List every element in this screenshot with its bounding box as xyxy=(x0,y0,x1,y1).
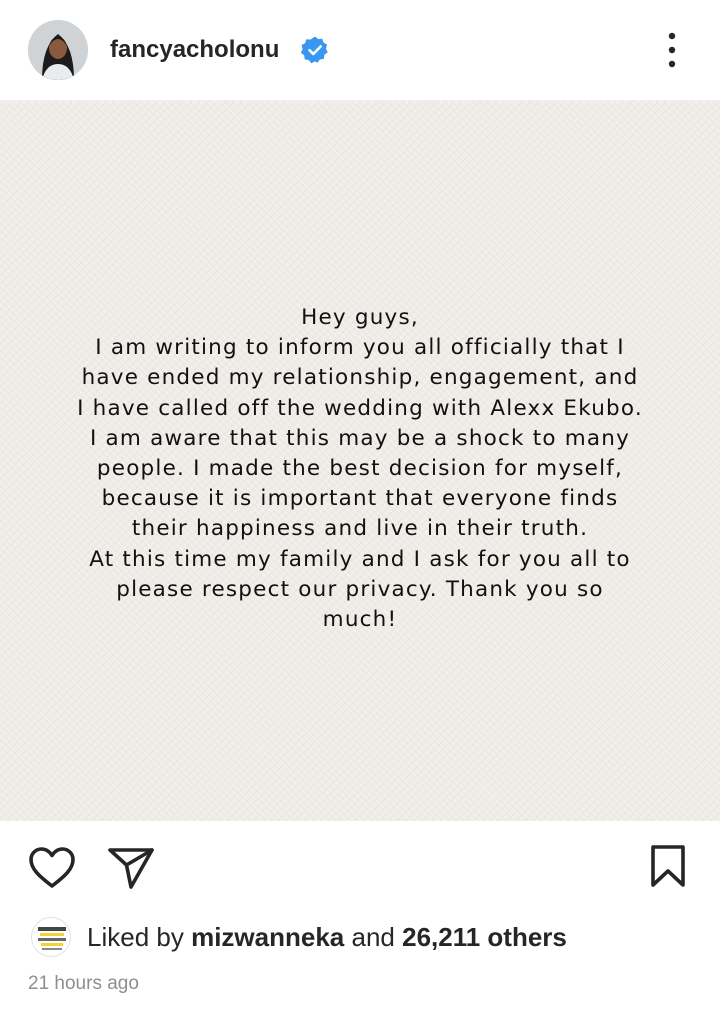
heart-icon[interactable] xyxy=(27,845,77,891)
likes-connector: and xyxy=(351,922,395,952)
post-text-line: their happiness and live in their truth. xyxy=(131,516,589,542)
more-vertical-icon[interactable] xyxy=(655,30,689,70)
post-image-text: Hey guys, I am writing to inform you all… xyxy=(40,303,680,635)
post-text-line: I am writing to inform you all officiall… xyxy=(95,335,625,361)
post-timestamp: 21 hours ago xyxy=(28,973,139,994)
post-text-line: because it is important that everyone fi… xyxy=(101,486,619,512)
post-text-line: people. I made the best decision for mys… xyxy=(96,456,624,482)
post-action-bar xyxy=(0,821,720,901)
bookmark-icon[interactable] xyxy=(645,843,691,889)
instagram-post: fancyacholonu Hey guys, I am writing to … xyxy=(0,0,720,1009)
likes-count[interactable]: 26,211 others xyxy=(402,922,567,952)
post-username[interactable]: fancyacholonu xyxy=(110,35,279,65)
verified-badge-icon xyxy=(300,35,330,65)
send-icon[interactable] xyxy=(106,845,156,891)
post-text-line: I have called off the wedding with Alexx… xyxy=(77,395,643,421)
profile-avatar[interactable] xyxy=(28,20,88,80)
post-text-line: have ended my relationship, engagement, … xyxy=(81,365,639,391)
post-text-line: please respect our privacy. Thank you so xyxy=(116,576,604,602)
post-text-line: At this time my family and I ask for you… xyxy=(89,546,631,572)
liker-avatar[interactable] xyxy=(31,917,71,957)
likes-summary[interactable]: Liked by mizwanneka and 26,211 others xyxy=(87,922,567,952)
likes-row: Liked by mizwanneka and 26,211 others xyxy=(0,912,720,962)
post-text-line: much! xyxy=(322,607,398,633)
post-text-line: I am aware that this may be a shock to m… xyxy=(89,425,631,451)
liker-username[interactable]: mizwanneka xyxy=(191,922,344,952)
post-text-line: Hey guys, xyxy=(301,305,419,330)
post-header: fancyacholonu xyxy=(0,0,720,101)
likes-prefix: Liked by xyxy=(87,922,184,952)
